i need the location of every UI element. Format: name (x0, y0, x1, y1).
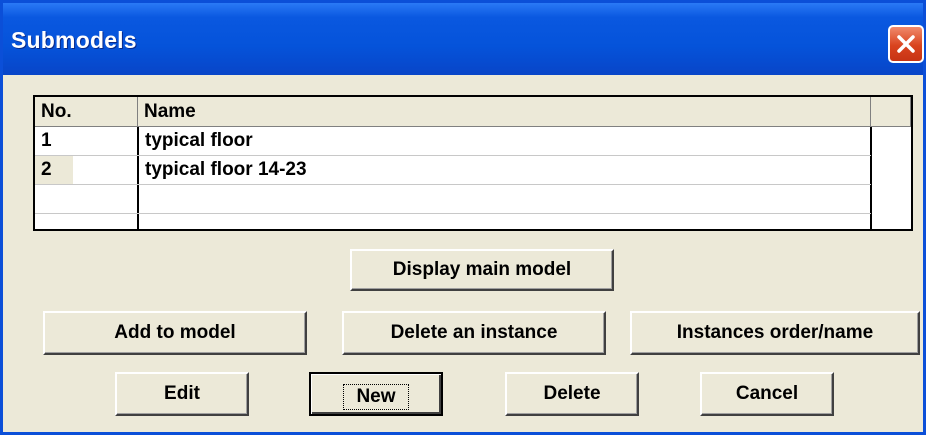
new-button[interactable]: New (309, 372, 443, 416)
cancel-label: Cancel (735, 383, 799, 404)
edit-label: Edit (164, 383, 200, 404)
delete-instance-button[interactable]: Delete an instance (342, 311, 606, 355)
new-label: New (343, 383, 409, 410)
row-number[interactable] (35, 185, 137, 213)
table-row[interactable]: 2 typical floor 14-23 (35, 156, 871, 184)
dialog-title: Submodels (11, 27, 137, 53)
close-button[interactable] (888, 25, 924, 63)
title-bar[interactable]: Submodels (3, 3, 924, 75)
row-name[interactable] (139, 214, 869, 229)
delete-instance-label: Delete an instance (390, 322, 558, 343)
row-number[interactable]: 2 (35, 156, 73, 184)
delete-button[interactable]: Delete (505, 372, 639, 416)
submodels-dialog: Submodels No. Name 1 typical floor 2 typ… (0, 0, 926, 435)
close-icon (897, 35, 915, 53)
column-header-no[interactable]: No. (35, 97, 138, 127)
add-to-model-button[interactable]: Add to model (43, 311, 307, 355)
row-number[interactable] (35, 214, 137, 229)
instances-order-name-label: Instances order/name (676, 322, 874, 343)
row-name[interactable] (139, 185, 869, 213)
row-number[interactable]: 1 (35, 127, 137, 155)
edit-button[interactable]: Edit (115, 372, 249, 416)
cancel-button[interactable]: Cancel (700, 372, 834, 416)
row-name[interactable]: typical floor (139, 127, 869, 155)
table-row[interactable]: 1 typical floor (35, 127, 871, 155)
column-header-filler (871, 97, 911, 127)
add-to-model-label: Add to model (114, 322, 236, 343)
table-row[interactable] (35, 214, 871, 229)
table-row[interactable] (35, 185, 871, 213)
column-header-name[interactable]: Name (138, 97, 871, 127)
instances-order-name-button[interactable]: Instances order/name (630, 311, 920, 355)
row-name[interactable]: typical floor 14-23 (139, 156, 869, 184)
delete-label: Delete (543, 383, 601, 404)
display-main-model-button[interactable]: Display main model (350, 249, 614, 291)
display-main-model-label: Display main model (392, 259, 572, 280)
submodels-table: No. Name 1 typical floor 2 typical floor… (33, 95, 913, 231)
